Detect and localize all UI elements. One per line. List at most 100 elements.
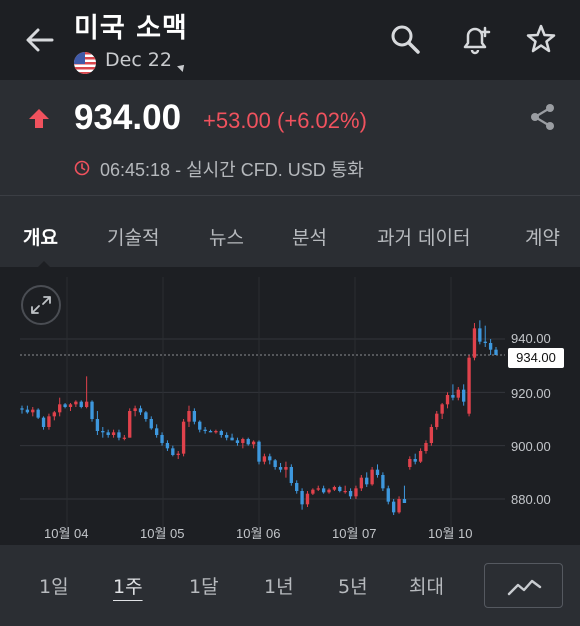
candle-body — [241, 439, 245, 443]
candle-body — [235, 440, 240, 443]
candle-body — [133, 408, 137, 411]
period-1m[interactable]: 1달 — [189, 572, 219, 599]
candle-body — [424, 443, 428, 451]
page-title: 미국 소맥 — [74, 13, 188, 44]
arrow-left-icon[interactable] — [22, 24, 58, 56]
candle-body — [257, 441, 261, 462]
us-flag-icon — [74, 52, 96, 74]
candle-body — [246, 439, 250, 445]
tab-historical-data[interactable]: 과거 데이터 — [377, 223, 470, 250]
candle-body — [338, 487, 342, 491]
candle-body — [278, 467, 283, 470]
x-tick-label: 10월 04 — [44, 526, 89, 541]
candle-body — [435, 413, 439, 427]
candle-body — [203, 429, 207, 431]
candle-body — [225, 435, 229, 438]
candle-body — [343, 491, 347, 493]
x-tick-label: 10월 07 — [332, 526, 377, 541]
price-change: +53.00 (+6.02%) — [203, 108, 367, 133]
candle-body — [262, 456, 267, 462]
contract-selector[interactable]: Dec 22 — [105, 49, 172, 71]
share-icon[interactable] — [528, 102, 558, 132]
line-chart-icon — [507, 579, 542, 596]
candle-body — [365, 477, 369, 485]
candle-body — [467, 357, 471, 414]
chart-type-button[interactable] — [484, 563, 563, 608]
section-tabs: 개요 기술적 뉴스 분석 과거 데이터 계약 — [0, 197, 580, 267]
candle-body — [478, 328, 482, 342]
candle-body — [348, 491, 353, 497]
candle-body — [128, 411, 132, 438]
candle-body — [445, 395, 450, 405]
candle-body — [386, 488, 390, 502]
tab-news[interactable]: 뉴스 — [209, 223, 244, 250]
candle-body — [165, 443, 170, 449]
period-1d[interactable]: 1일 — [39, 572, 69, 599]
y-tick-label: 920.00 — [511, 386, 551, 401]
candle-body — [20, 408, 24, 410]
period-max[interactable]: 최대 — [409, 572, 444, 599]
price-chart[interactable]: 940.00 920.00 900.00 880.00 934.00 10월 0… — [0, 267, 580, 545]
candle-body — [295, 483, 299, 491]
x-tick-label: 10월 10 — [428, 526, 473, 541]
candle-body — [354, 488, 358, 497]
current-price-tag: 934.00 — [508, 348, 564, 368]
candle-body — [84, 401, 89, 407]
candle-body — [408, 459, 412, 467]
candle-body — [122, 437, 127, 439]
y-tick-label: 900.00 — [511, 439, 551, 454]
candle-body — [494, 349, 498, 355]
candle-body — [144, 412, 148, 419]
star-icon[interactable] — [524, 22, 558, 56]
candle-body — [117, 432, 121, 438]
period-1y[interactable]: 1년 — [264, 572, 294, 599]
tab-contract[interactable]: 계약 — [525, 223, 560, 250]
candle-body — [176, 453, 180, 455]
y-tick-label: 940.00 — [511, 331, 551, 346]
candle-body — [154, 428, 159, 435]
last-price: 934.00 — [74, 98, 182, 137]
candle-body — [101, 431, 105, 433]
candle-body — [41, 417, 46, 427]
candle-body — [160, 435, 164, 443]
candle-body — [305, 493, 310, 505]
tab-overview[interactable]: 개요 — [23, 223, 58, 250]
candle-body — [187, 411, 191, 422]
candle-body — [95, 419, 100, 431]
candle-body — [284, 467, 288, 470]
candle-body — [111, 432, 116, 435]
quote-panel: 934.00 +53.00 (+6.02%) 06:45:18 - 실시간 CF… — [0, 80, 580, 196]
fullscreen-button[interactable] — [21, 285, 61, 325]
bell-plus-icon[interactable] — [458, 22, 492, 56]
x-tick-label: 10월 05 — [140, 526, 185, 541]
candle-body — [36, 409, 40, 418]
candle-body — [171, 448, 175, 455]
candle-body — [208, 431, 213, 433]
candle-body — [273, 460, 277, 467]
period-5y[interactable]: 5년 — [338, 572, 368, 599]
search-icon[interactable] — [388, 22, 422, 56]
period-1w[interactable]: 1주 — [113, 572, 143, 599]
price-up-arrow-icon — [29, 109, 49, 128]
candle-body — [418, 451, 423, 462]
candle-body — [47, 416, 51, 427]
candle-body — [402, 499, 407, 503]
tab-technical[interactable]: 기술적 — [107, 223, 159, 250]
candle-body — [149, 419, 153, 429]
period-selector: 1일 1주 1달 1년 5년 최대 — [0, 545, 580, 626]
tab-analysis[interactable]: 분석 — [292, 223, 327, 250]
candle-body — [440, 404, 444, 414]
candle-body — [79, 401, 83, 407]
candlestick-chart — [20, 277, 505, 539]
dropdown-caret-icon[interactable] — [177, 62, 187, 72]
candle-body — [90, 401, 94, 419]
candle-body — [251, 441, 256, 445]
y-tick-label: 880.00 — [511, 492, 551, 507]
candle-body — [321, 488, 326, 493]
candle-body — [483, 341, 487, 343]
candle-body — [311, 489, 315, 494]
app-bar: 미국 소맥 Dec 22 — [0, 0, 580, 80]
candle-body — [198, 421, 202, 430]
candle-body — [381, 475, 385, 489]
candle-body — [327, 489, 331, 493]
